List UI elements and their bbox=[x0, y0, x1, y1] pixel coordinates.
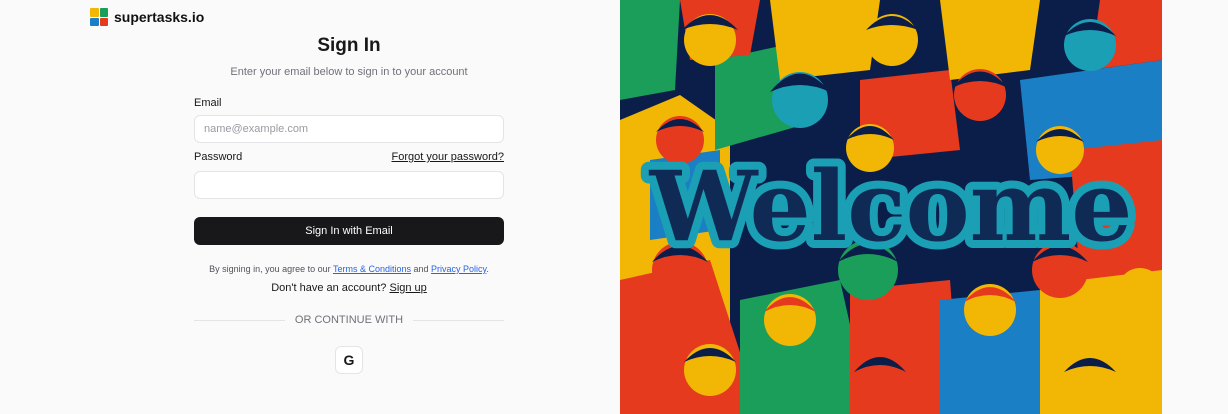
email-input[interactable] bbox=[194, 115, 504, 143]
terms-prefix: By signing in, you agree to our bbox=[209, 264, 333, 274]
no-account-text: Don't have an account? bbox=[271, 282, 390, 294]
google-icon: G bbox=[343, 352, 355, 368]
divider-line-left bbox=[194, 319, 285, 321]
page-subtitle: Enter your email below to sign in to you… bbox=[230, 66, 468, 78]
terms-text: By signing in, you agree to our Terms & … bbox=[194, 264, 504, 274]
email-label: Email bbox=[194, 97, 222, 109]
brand-name: supertasks.io bbox=[114, 9, 205, 25]
welcome-wordmark: Welcome Welcome bbox=[641, 142, 1141, 271]
forgot-password-link[interactable]: Forgot your password? bbox=[392, 151, 505, 163]
divider-label: OR CONTINUE WITH bbox=[294, 314, 404, 326]
terms-and: and bbox=[411, 264, 432, 274]
signup-text: Don't have an account? Sign up bbox=[194, 282, 504, 294]
privacy-link[interactable]: Privacy Policy bbox=[431, 264, 486, 274]
terms-suffix: . bbox=[486, 264, 489, 274]
welcome-text: Welcome bbox=[649, 150, 1133, 263]
divider-line-right bbox=[413, 319, 505, 321]
password-label: Password bbox=[194, 151, 243, 163]
signin-page: supertasks.io Sign In Enter your email b… bbox=[0, 0, 1228, 414]
password-input[interactable] bbox=[194, 171, 504, 199]
google-signin-button[interactable]: G bbox=[335, 346, 363, 374]
welcome-illustration: Welcome Welcome bbox=[620, 0, 1162, 414]
crowd-illustration: Welcome Welcome bbox=[620, 0, 1162, 414]
continue-with-divider: OR CONTINUE WITH bbox=[194, 314, 505, 326]
terms-link[interactable]: Terms & Conditions bbox=[333, 264, 411, 274]
signin-form: Sign In Enter your email below to sign i… bbox=[194, 32, 505, 374]
supertasks-logo-icon bbox=[90, 8, 108, 26]
page-title: Sign In bbox=[317, 35, 381, 56]
brand[interactable]: supertasks.io bbox=[90, 8, 204, 26]
signin-email-button[interactable]: Sign In with Email bbox=[194, 217, 504, 245]
signup-link[interactable]: Sign up bbox=[389, 282, 426, 294]
